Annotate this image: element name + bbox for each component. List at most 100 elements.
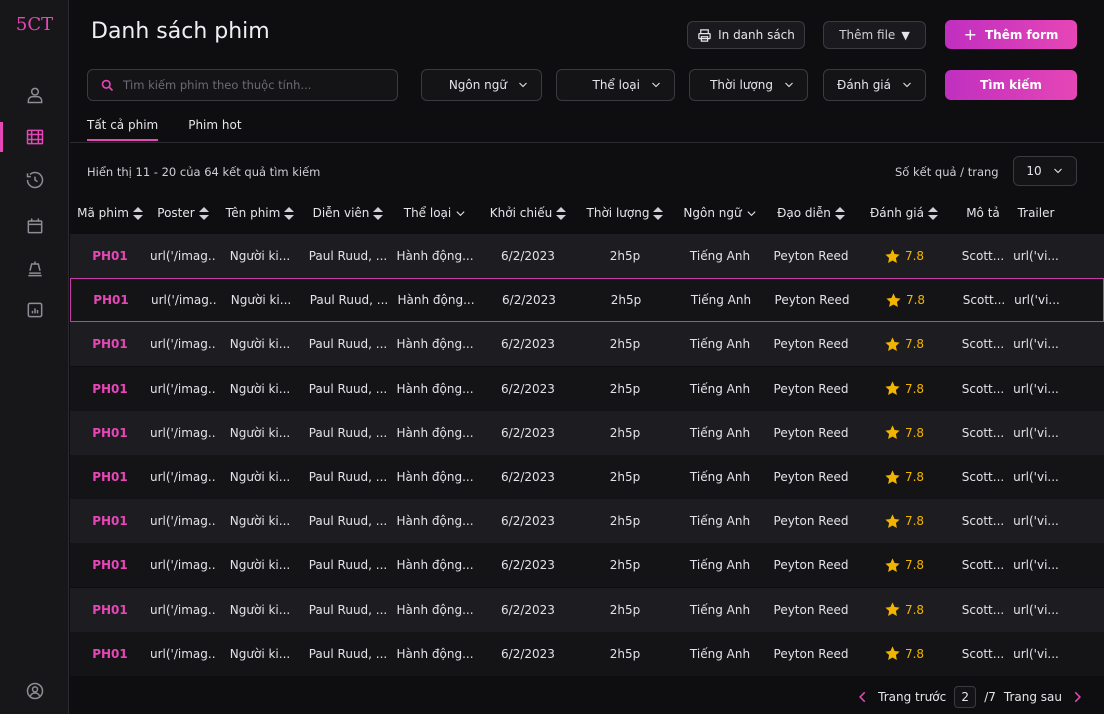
chevron-down-icon[interactable]	[746, 208, 757, 219]
header-col-duration[interactable]: Thời lượng	[578, 206, 672, 220]
sidebar-item-schedule[interactable]	[0, 211, 69, 241]
sidebar-item-users[interactable]	[0, 80, 69, 110]
printer-icon	[698, 28, 711, 42]
next-page-icon[interactable]	[1070, 690, 1084, 704]
tab-hot-movies[interactable]: Phim hot	[188, 118, 241, 141]
stats-icon	[27, 302, 42, 318]
table-row[interactable]: PH01 url('/imag... Người ki... Paul Ruud, .…	[70, 499, 1104, 544]
header-col-poster[interactable]: Poster	[150, 206, 216, 220]
cell-rating: 7.8	[854, 601, 954, 618]
cell-rating: 7.8	[854, 469, 954, 486]
header-label: Mã phim	[77, 206, 129, 220]
sort-icon[interactable]	[927, 206, 938, 220]
cell-duration: 2h5p	[609, 602, 641, 617]
table-row[interactable]: PH01 url('/imag... Người ki... Paul Ruud, .…	[70, 587, 1104, 632]
cell-code: PH01	[92, 249, 128, 263]
header-label: Trailer	[1017, 206, 1055, 220]
sidebar-item-account[interactable]	[0, 676, 69, 706]
cell-language: Tiếng Anh	[690, 293, 752, 308]
search-button[interactable]: Tìm kiếm	[945, 70, 1077, 100]
next-page-button[interactable]: Trang sau	[1004, 690, 1062, 704]
cell-trailer: url('vi...	[1013, 337, 1059, 352]
per-page-label: Số kết quả / trang	[895, 165, 999, 179]
header-label: Diễn viên	[312, 206, 370, 220]
header-col-actors[interactable]: Diễn viên	[304, 206, 392, 220]
cell-description: Scott...	[961, 425, 1005, 440]
table-row[interactable]: PH01 url('/imag... Người ki... Paul Ruud, .…	[70, 455, 1104, 499]
sort-icon[interactable]	[284, 206, 295, 220]
calendar-icon	[27, 218, 42, 234]
rating-value: 7.8	[904, 602, 925, 617]
cell-director: Peyton Reed	[774, 293, 850, 308]
cell-description: Scott...	[961, 381, 1005, 396]
sort-icon[interactable]	[834, 206, 845, 220]
sidebar-item-food[interactable]	[0, 254, 69, 284]
filter-genre[interactable]: Thể loại	[556, 69, 675, 101]
sidebar-item-movies[interactable]	[0, 122, 69, 152]
rating-value: 7.8	[904, 337, 925, 352]
cell-actors: Paul Ruud, ...	[308, 381, 388, 396]
chevron-down-icon[interactable]	[455, 208, 466, 219]
search-icon	[101, 79, 114, 91]
cell-release: 6/2/2023	[501, 602, 555, 617]
cell-genre: Hành động...	[396, 425, 474, 440]
table-row[interactable]: PH01 url('/imag... Người ki... Paul Ruud, .…	[70, 543, 1104, 588]
search-input[interactable]	[123, 78, 383, 92]
cell-release: 6/2/2023	[501, 470, 555, 484]
add-file-dropdown[interactable]: Thêm file ▼	[823, 21, 926, 49]
sort-icon[interactable]	[556, 206, 567, 220]
cell-actors: Paul Ruud, ...	[309, 293, 389, 308]
per-page-select[interactable]: 10	[1013, 156, 1077, 186]
header-col-director[interactable]: Đạo diễn	[768, 206, 854, 220]
table-row[interactable]: PH01 url('/imag... Người ki... Paul Ruud, .…	[70, 366, 1104, 411]
filter-duration[interactable]: Thời lượng	[689, 69, 808, 101]
table-row[interactable]: PH01 url('/imag... Người ki... Paul Ruud, .…	[70, 322, 1104, 367]
table-row[interactable]: PH01 url('/imag... Người ki... Paul Ruud, .…	[70, 234, 1104, 278]
header-col-name[interactable]: Tên phim	[216, 206, 304, 220]
cell-actors: Paul Ruud, ...	[308, 558, 388, 573]
filter-rating-label: Đánh giá	[837, 78, 891, 92]
header-col-rating[interactable]: Đánh giá	[854, 206, 954, 220]
cell-name: Người ki...	[229, 381, 291, 396]
cell-poster: url('/imag...	[151, 293, 217, 308]
header-col-language[interactable]: Ngôn ngữ	[672, 206, 768, 220]
header-col-release[interactable]: Khởi chiếu	[478, 206, 578, 220]
header-col-genre[interactable]: Thể loại	[392, 206, 478, 220]
cell-release: 6/2/2023	[501, 646, 555, 661]
cell-rating: 7.8	[854, 248, 954, 265]
rating-value: 7.8	[905, 293, 926, 308]
table-row[interactable]: PH01 url('/imag... Người ki... Paul Ruud, .…	[70, 278, 1104, 323]
filter-rating[interactable]: Đánh giá	[823, 69, 926, 101]
cell-name: Người ki...	[229, 470, 291, 484]
filter-language[interactable]: Ngôn ngữ	[421, 69, 542, 101]
cell-actors: Paul Ruud, ...	[308, 514, 388, 529]
star-icon	[885, 558, 900, 572]
cell-rating: 7.8	[854, 424, 954, 441]
cell-poster: url('/imag...	[150, 249, 216, 263]
sidebar-item-history[interactable]	[0, 165, 69, 195]
page-number-input[interactable]: 2	[954, 686, 977, 708]
cell-code: PH01	[92, 602, 128, 617]
tabs-divider	[70, 142, 1104, 143]
cell-trailer: url('vi...	[1013, 514, 1059, 529]
star-icon	[886, 293, 901, 307]
prev-page-icon[interactable]	[856, 690, 870, 704]
header-col-code[interactable]: Mã phim	[70, 206, 150, 220]
sort-icon[interactable]	[653, 206, 664, 220]
table-row[interactable]: PH01 url('/imag... Người ki... Paul Ruud, .…	[70, 631, 1104, 676]
cell-code: PH01	[92, 514, 128, 529]
cell-actors: Paul Ruud, ...	[308, 470, 388, 484]
add-form-button[interactable]: + Thêm form	[945, 20, 1077, 49]
prev-page-button[interactable]: Trang trước	[878, 690, 946, 704]
sort-icon[interactable]	[198, 206, 209, 220]
sort-icon[interactable]	[373, 206, 384, 220]
table-row[interactable]: PH01 url('/imag... Người ki... Paul Ruud, .…	[70, 410, 1104, 455]
sidebar-item-stats[interactable]	[0, 295, 69, 325]
cell-actors: Paul Ruud, ...	[308, 337, 388, 352]
sort-icon[interactable]	[132, 206, 143, 220]
print-list-button[interactable]: In danh sách	[687, 21, 805, 49]
chevron-down-icon	[903, 82, 911, 88]
caret-down-icon: ▼	[901, 28, 910, 42]
search-button-label: Tìm kiếm	[980, 78, 1042, 92]
tab-all-movies[interactable]: Tất cả phim	[87, 118, 159, 141]
